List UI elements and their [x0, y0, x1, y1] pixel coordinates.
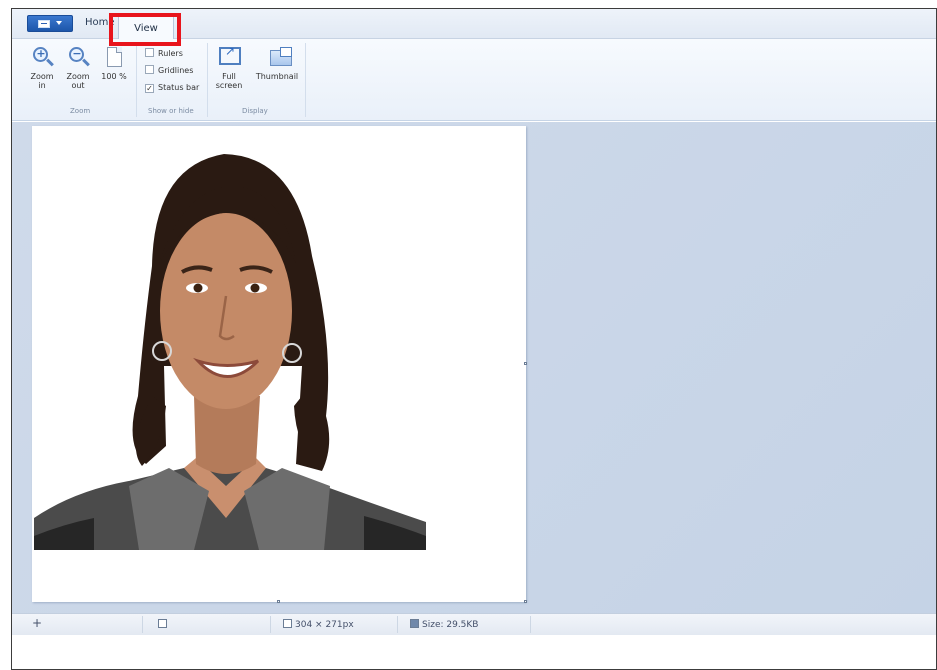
- rulers-checkbox[interactable]: Rulers: [145, 48, 183, 58]
- gridlines-checkbox[interactable]: Gridlines: [145, 65, 193, 75]
- view-tab-highlight: [109, 13, 181, 46]
- resize-handle-bottom[interactable]: [277, 600, 280, 603]
- drawing-canvas[interactable]: [32, 126, 527, 603]
- dimensions-text: 304 × 271px: [295, 620, 354, 630]
- zoom-out-button[interactable]: − Zoom out: [62, 47, 94, 90]
- zoom-in-button[interactable]: + Zoom in: [26, 47, 58, 90]
- status-bar-checkbox[interactable]: ✓ Status bar: [145, 83, 199, 93]
- app-menu-button[interactable]: [27, 15, 73, 32]
- group-separator: [207, 43, 208, 117]
- zoom-out-label: Zoom out: [66, 72, 90, 90]
- status-bar: + 304 × 271px Size: 29.5KB: [12, 613, 936, 635]
- group-label-show-or-hide: Show or hide: [148, 107, 194, 115]
- resize-handle-corner[interactable]: [524, 600, 527, 603]
- full-screen-icon: [219, 47, 241, 65]
- portrait-photo: [34, 146, 426, 550]
- group-separator: [305, 43, 306, 117]
- zoom-100-button[interactable]: 100 %: [100, 47, 128, 81]
- gridlines-checkbox-box: [145, 65, 154, 74]
- thumbnail-icon: [270, 47, 292, 66]
- file-size: Size: 29.5KB: [410, 619, 478, 630]
- thumbnail-label: Thumbnail: [255, 72, 299, 81]
- zoom-out-icon: −: [69, 47, 84, 62]
- rulers-checkbox-box: [145, 48, 154, 57]
- file-size-text: Size: 29.5KB: [422, 620, 479, 630]
- status-bar-checkmark: ✓: [145, 84, 154, 93]
- image-dimensions: 304 × 271px: [283, 619, 354, 630]
- zoom-100-label: 100 %: [101, 72, 127, 81]
- resize-handle-right[interactable]: [524, 362, 527, 365]
- page-icon: [107, 47, 122, 67]
- full-screen-label: Full screen: [215, 72, 243, 90]
- rulers-label: Rulers: [158, 49, 183, 58]
- status-separator: [142, 616, 143, 633]
- selection-icon: [158, 619, 170, 630]
- group-separator: [136, 43, 137, 117]
- zoom-in-icon: +: [33, 47, 48, 62]
- canvas-workspace[interactable]: [12, 122, 936, 613]
- gridlines-label: Gridlines: [158, 66, 194, 75]
- chevron-down-icon: [56, 21, 62, 25]
- paint-window: Home View + Zoom in − Zoom out 100 % Rul…: [11, 8, 937, 670]
- full-screen-button[interactable]: Full screen: [212, 47, 246, 90]
- zoom-in-label: Zoom in: [30, 72, 54, 90]
- thumbnail-button[interactable]: Thumbnail: [252, 47, 302, 81]
- move-icon: +: [32, 616, 43, 630]
- group-label-zoom: Zoom: [70, 107, 91, 115]
- app-menu-icon: [38, 20, 50, 28]
- status-separator: [530, 616, 531, 633]
- status-bar-label: Status bar: [158, 83, 200, 92]
- status-separator: [270, 616, 271, 633]
- status-separator: [397, 616, 398, 633]
- ribbon-view-panel: + Zoom in − Zoom out 100 % Rulers Gridli…: [12, 39, 936, 121]
- dimensions-icon: [283, 619, 292, 628]
- group-label-display: Display: [242, 107, 268, 115]
- ribbon-tab-strip: Home View: [12, 9, 936, 46]
- disk-icon: [410, 619, 419, 628]
